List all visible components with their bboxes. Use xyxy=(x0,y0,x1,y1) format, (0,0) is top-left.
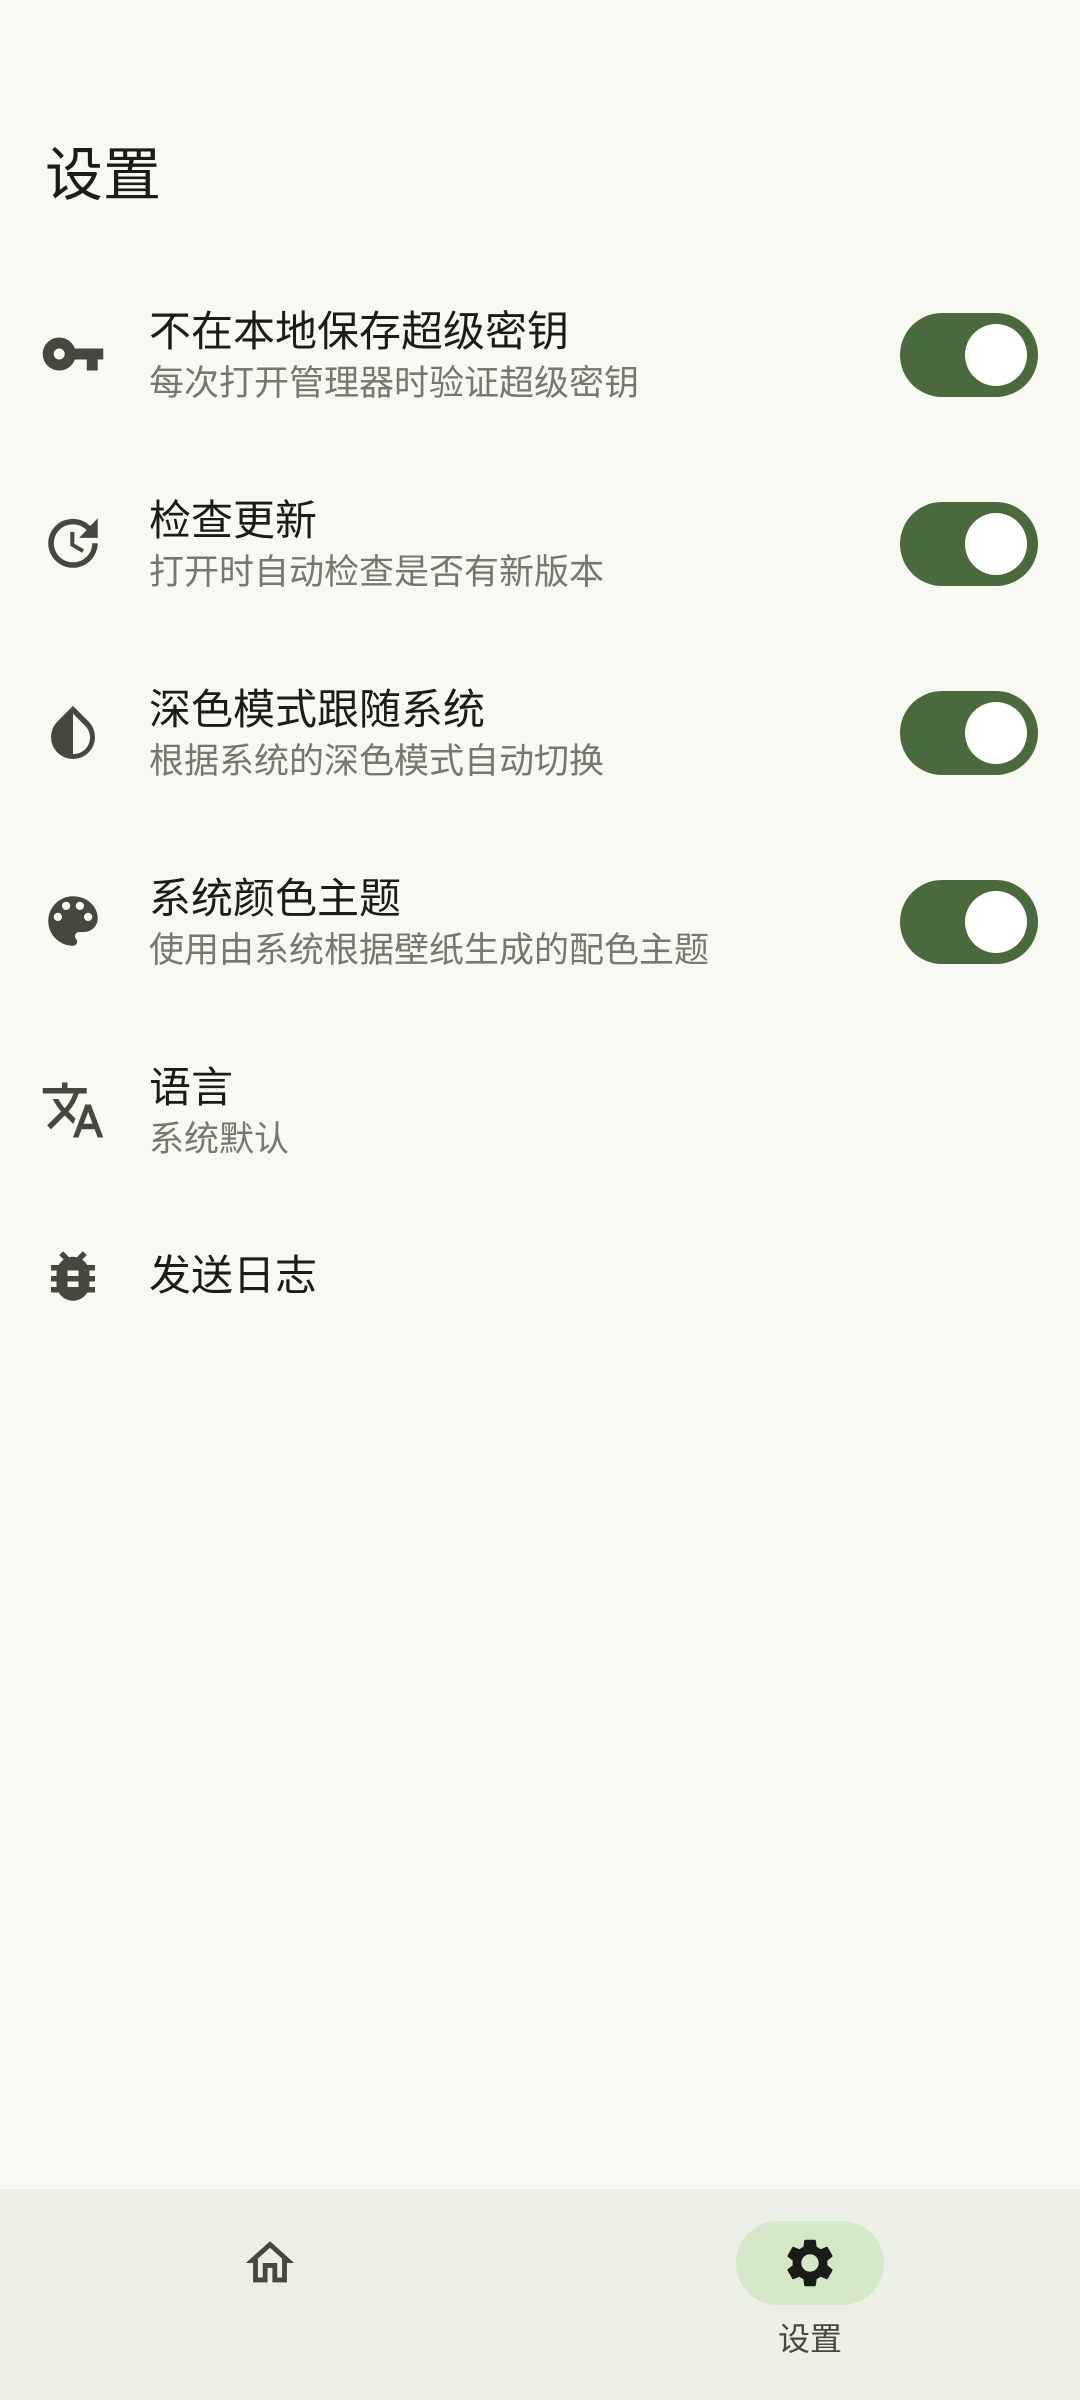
check-update-toggle[interactable] xyxy=(900,502,1038,586)
nav-pill xyxy=(736,2221,884,2305)
bug-icon xyxy=(40,1243,106,1309)
page-title: 设置 xyxy=(45,141,162,209)
setting-title: 语言 xyxy=(149,1063,234,1112)
contrast-icon xyxy=(40,699,106,765)
setting-title: 发送日志 xyxy=(149,1251,318,1300)
bottom-navigation: 设置 xyxy=(0,2189,1080,2400)
color-theme-toggle[interactable] xyxy=(900,880,1038,964)
toggle-knob xyxy=(965,513,1027,575)
key-icon xyxy=(40,321,106,387)
setting-title: 系统颜色主题 xyxy=(149,874,402,923)
setting-subtitle: 打开时自动检查是否有新版本 xyxy=(149,553,605,593)
gear-icon xyxy=(787,2239,833,2287)
toggle-knob xyxy=(965,702,1027,764)
home-icon xyxy=(245,2241,295,2283)
no-local-superkey-toggle[interactable] xyxy=(900,313,1038,397)
update-icon xyxy=(40,510,106,576)
setting-subtitle: 系统默认 xyxy=(149,1120,290,1160)
setting-title: 深色模式跟随系统 xyxy=(149,685,486,734)
setting-title: 不在本地保存超级密钥 xyxy=(149,307,570,356)
setting-send-log[interactable]: 发送日志 xyxy=(0,1182,1080,1372)
setting-system-color-theme[interactable]: 系统颜色主题 使用由系统根据壁纸生成的配色主题 xyxy=(0,827,1080,1016)
dark-mode-toggle[interactable] xyxy=(900,691,1038,775)
setting-language[interactable]: 语言 系统默认 xyxy=(0,1016,1080,1205)
nav-pill xyxy=(196,2221,344,2305)
translate-icon xyxy=(40,1077,106,1143)
setting-dark-mode-follow-system[interactable]: 深色模式跟随系统 根据系统的深色模式自动切换 xyxy=(0,638,1080,827)
setting-no-local-superkey[interactable]: 不在本地保存超级密钥 每次打开管理器时验证超级密钥 xyxy=(0,260,1080,449)
setting-title: 检查更新 xyxy=(149,496,318,545)
nav-item-home[interactable] xyxy=(0,2189,540,2400)
setting-subtitle: 使用由系统根据壁纸生成的配色主题 xyxy=(149,931,710,971)
nav-label: 设置 xyxy=(777,2320,842,2358)
palette-icon xyxy=(40,888,106,954)
nav-item-settings[interactable]: 设置 xyxy=(540,2189,1080,2400)
setting-subtitle: 根据系统的深色模式自动切换 xyxy=(149,742,605,782)
setting-check-update[interactable]: 检查更新 打开时自动检查是否有新版本 xyxy=(0,449,1080,638)
setting-subtitle: 每次打开管理器时验证超级密钥 xyxy=(149,364,640,404)
toggle-knob xyxy=(965,324,1027,386)
toggle-knob xyxy=(965,891,1027,953)
